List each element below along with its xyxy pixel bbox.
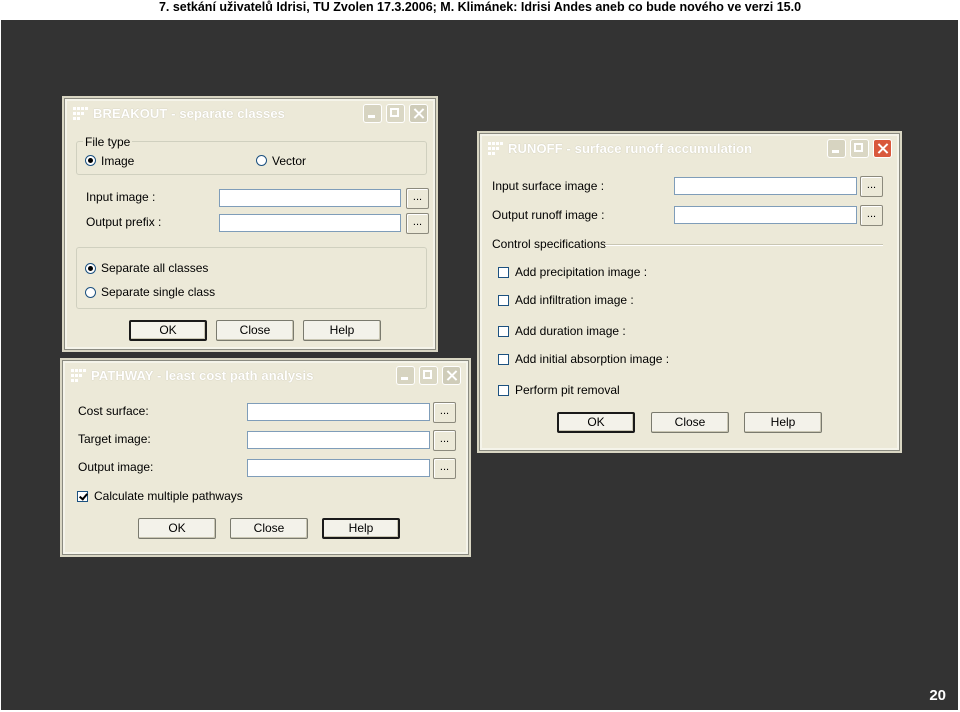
image-radio-label: Image bbox=[101, 154, 135, 168]
multiple-pathways-label: Calculate multiple pathways bbox=[94, 489, 243, 503]
pit-removal-label: Perform pit removal bbox=[515, 383, 620, 397]
close-window-button[interactable] bbox=[442, 366, 461, 385]
file-type-caption: File type bbox=[83, 135, 133, 149]
maximize-button[interactable] bbox=[419, 366, 438, 385]
pit-removal-checkbox[interactable] bbox=[498, 385, 509, 396]
separate-mode-group bbox=[76, 247, 427, 309]
absorption-label: Add initial absorption image : bbox=[515, 352, 670, 366]
input-surface-label: Input surface image : bbox=[492, 179, 605, 193]
close-window-button[interactable] bbox=[873, 139, 892, 158]
vector-radio-label: Vector bbox=[272, 154, 307, 168]
help-button[interactable]: Help bbox=[303, 320, 381, 341]
absorption-checkbox[interactable] bbox=[498, 354, 509, 365]
output-browse-button[interactable]: ... bbox=[406, 213, 429, 234]
grid-app-icon bbox=[71, 369, 86, 382]
pathway-titlebar[interactable]: PATHWAY - least cost path analysis bbox=[65, 363, 466, 388]
help-button[interactable]: Help bbox=[322, 518, 400, 539]
target-image-label: Target image: bbox=[78, 432, 151, 446]
minimize-button[interactable] bbox=[396, 366, 415, 385]
separate-all-label: Separate all classes bbox=[101, 261, 209, 275]
control-separator bbox=[605, 244, 883, 246]
separate-single-radio[interactable] bbox=[85, 287, 96, 298]
ok-button[interactable]: OK bbox=[557, 412, 635, 433]
input-surface-field[interactable] bbox=[674, 177, 857, 195]
runoff-title: RUNOFF - surface runoff accumulation bbox=[508, 141, 753, 156]
minimize-button[interactable] bbox=[363, 104, 382, 123]
precipitation-label: Add precipitation image : bbox=[515, 265, 648, 279]
page-number: 20 bbox=[929, 687, 946, 704]
multiple-pathways-checkbox[interactable] bbox=[77, 491, 88, 502]
input-browse-button[interactable]: ... bbox=[860, 176, 883, 197]
duration-label: Add duration image : bbox=[515, 324, 626, 338]
input-image-field[interactable] bbox=[219, 189, 401, 207]
infiltration-checkbox[interactable] bbox=[498, 295, 509, 306]
runoff-dialog: RUNOFF - surface runoff accumulation Inp… bbox=[480, 134, 899, 450]
grid-app-icon bbox=[73, 107, 88, 120]
pathway-dialog: PATHWAY - least cost path analysis Cost … bbox=[63, 361, 468, 554]
output-browse-button[interactable]: ... bbox=[433, 458, 456, 479]
breakout-titlebar[interactable]: BREAKOUT - separate classes bbox=[67, 101, 433, 126]
close-button[interactable]: Close bbox=[216, 320, 294, 341]
precipitation-checkbox[interactable] bbox=[498, 267, 509, 278]
slide-header: 7. setkání uživatelů Idrisi, TU Zvolen 1… bbox=[158, 0, 802, 14]
maximize-button[interactable] bbox=[850, 139, 869, 158]
output-runoff-label: Output runoff image : bbox=[492, 208, 605, 222]
target-browse-button[interactable]: ... bbox=[433, 430, 456, 451]
separate-all-radio[interactable] bbox=[85, 263, 96, 274]
ok-button[interactable]: OK bbox=[129, 320, 207, 341]
breakout-title: BREAKOUT - separate classes bbox=[93, 106, 285, 121]
output-image-label: Output image: bbox=[78, 460, 154, 474]
close-button[interactable]: Close bbox=[651, 412, 729, 433]
breakout-dialog: BREAKOUT - separate classes File type Im… bbox=[65, 99, 435, 349]
runoff-titlebar[interactable]: RUNOFF - surface runoff accumulation bbox=[482, 136, 897, 161]
vector-radio[interactable] bbox=[256, 155, 267, 166]
output-prefix-label: Output prefix : bbox=[86, 215, 162, 229]
target-image-field[interactable] bbox=[247, 431, 430, 449]
separate-single-label: Separate single class bbox=[101, 285, 216, 299]
ok-button[interactable]: OK bbox=[138, 518, 216, 539]
output-image-field[interactable] bbox=[247, 459, 430, 477]
help-button[interactable]: Help bbox=[744, 412, 822, 433]
minimize-button[interactable] bbox=[827, 139, 846, 158]
output-prefix-field[interactable] bbox=[219, 214, 401, 232]
input-image-label: Input image : bbox=[86, 190, 156, 204]
cost-surface-field[interactable] bbox=[247, 403, 430, 421]
close-window-button[interactable] bbox=[409, 104, 428, 123]
close-button[interactable]: Close bbox=[230, 518, 308, 539]
output-browse-button[interactable]: ... bbox=[860, 205, 883, 226]
input-browse-button[interactable]: ... bbox=[406, 188, 429, 209]
image-radio[interactable] bbox=[85, 155, 96, 166]
control-spec-label: Control specifications bbox=[492, 237, 607, 251]
grid-app-icon bbox=[488, 142, 503, 155]
duration-checkbox[interactable] bbox=[498, 326, 509, 337]
maximize-button[interactable] bbox=[386, 104, 405, 123]
output-runoff-field[interactable] bbox=[674, 206, 857, 224]
pathway-title: PATHWAY - least cost path analysis bbox=[91, 368, 314, 383]
infiltration-label: Add infiltration image : bbox=[515, 293, 634, 307]
cost-surface-label: Cost surface: bbox=[78, 404, 149, 418]
cost-browse-button[interactable]: ... bbox=[433, 402, 456, 423]
